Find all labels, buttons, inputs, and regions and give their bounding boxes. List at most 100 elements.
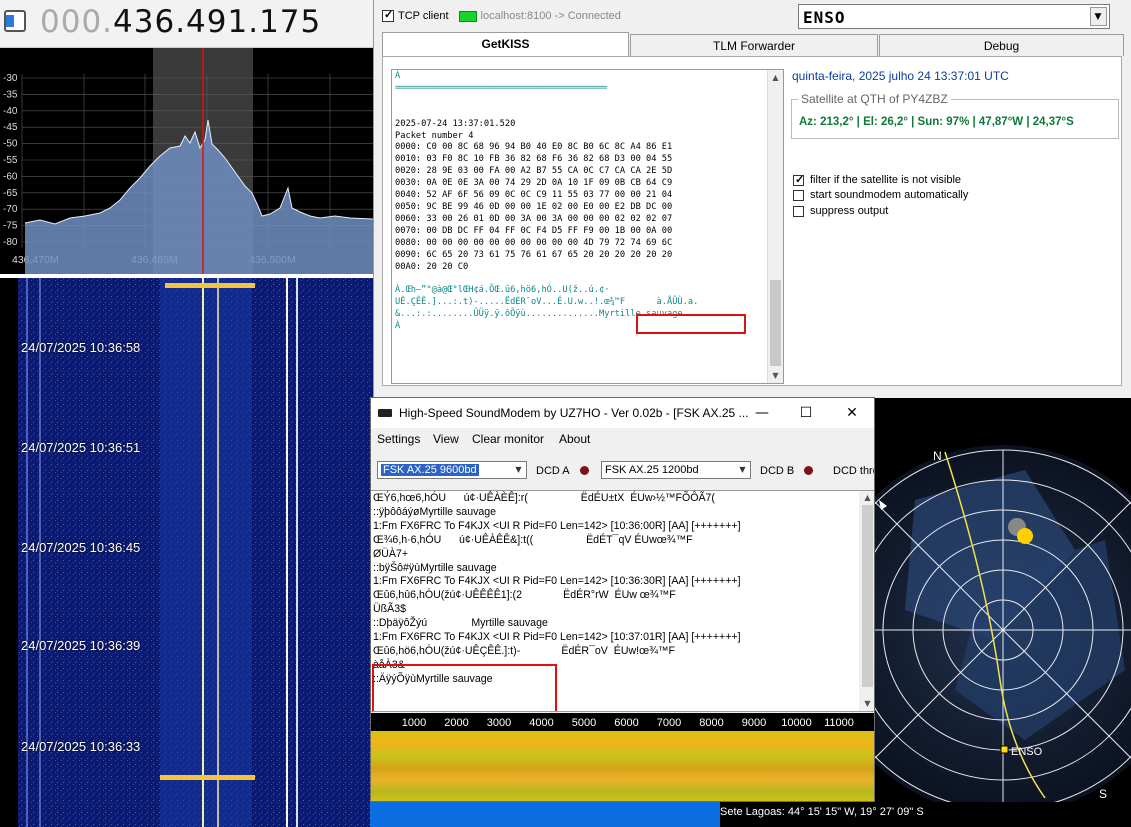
option-label: suppress output (810, 205, 889, 217)
packet-log-line: &...:.:........ÛÜÿ.ÿ.ôÕÿù..............M… (395, 309, 683, 320)
packet-log-line: 0080: 00 00 00 00 00 00 00 00 00 00 4D 7… (395, 237, 673, 248)
db-tick-label: -35 (3, 89, 18, 100)
monitor-log-line: ŒÝ6,hœ6,hÓU ú¢·UÊÀÈÊ]:r( ËdÉU±tX ÉUw›½™F… (373, 492, 715, 504)
option-label: start soundmodem automatically (810, 189, 969, 201)
monitor-log-line: 1:Fm FX6FRC To F4KJX <UI R Pid=F0 Len=14… (373, 631, 741, 644)
option-start-soundmodem[interactable]: start soundmodem automatically (793, 189, 968, 201)
chevron-down-icon[interactable]: ▼ (511, 462, 526, 478)
menu-bar: Settings View Clear monitor About (371, 428, 874, 450)
waterfall-timestamp: 24/07/2025 10:36:33 (21, 739, 141, 754)
modem-b-select[interactable]: FSK AX.25 1200bd ▼ (601, 461, 751, 479)
audio-waterfall (371, 731, 874, 801)
qth-group: Satellite at QTH of PY4ZBZ Az: 213,2° | … (791, 92, 1119, 139)
monitor-log-line: ÜßÃ3$ (373, 603, 406, 616)
option-checkbox[interactable] (793, 189, 804, 201)
qth-values: Az: 213,2° | El: 26,2° | Sun: 97% | 47,8… (799, 116, 1074, 128)
getkiss-window: TCP client localhost:8100 -> Connected EN… (373, 0, 1131, 398)
packet-log-line (395, 95, 765, 107)
packet-log-line: À (395, 321, 401, 332)
tab-tlm-forwarder[interactable]: TLM Forwarder (630, 34, 878, 56)
location-text: Sete Lagoas: 44° 15' 15" W, 19° 27' 09" … (720, 806, 924, 818)
audio-spectrum[interactable]: 1000 2000 3000 4000 5000 6000 7000 8000 9000 1000… (371, 713, 874, 801)
monitor-log-line: àåÀ3& (373, 658, 405, 671)
modem-b-value: FSK AX.25 1200bd (605, 464, 699, 476)
option-suppress-output[interactable]: suppress output (793, 205, 888, 217)
frequency-bar: 000.436.491.175 (0, 0, 373, 48)
monitor-log-line: ::ÿþôôáýøMyrtille sauvage (373, 505, 497, 518)
satellite-select-value: ENSO (803, 8, 846, 27)
north-label: N (933, 449, 942, 463)
monitor-log[interactable]: ŒÝ6,hœ6,hÓU ú¢·UÊÀÈÊ]:r( ËdÉU±tX ÉUw›½™F… (371, 490, 874, 712)
frequency-display[interactable]: 000.436.491.175 (40, 4, 321, 40)
monitor-log-line: Œû6,hû6,hÓU(žú¢·UÊÊÊÊ1]:(2 ËdÉR°rW ÉUw œ… (373, 589, 676, 602)
sky-map[interactable]: N S ENSO (818, 430, 1131, 827)
tab-debug[interactable]: Debug (879, 34, 1124, 56)
scroll-down-icon[interactable]: ▼ (859, 697, 874, 711)
packet-log-line: 0020: 28 9E 03 00 FA 00 A2 B7 55 CA 0C C… (395, 166, 673, 177)
packet-log-line: 0070: 00 DB DC FF 04 FF 0C F4 D5 FF F9 0… (395, 225, 673, 236)
menu-about[interactable]: About (559, 432, 590, 446)
packet-log-line: 0040: 52 AF 6F 56 09 0C 0C C9 11 55 03 7… (395, 190, 673, 201)
sdr-panel: 000.436.491.175 -30 -35 -40 -45 -50 -55 -60 -65… (0, 0, 373, 827)
db-axis: -30 -35 -40 -45 -50 -55 -60 -65 -70 -75 -80 (3, 73, 18, 248)
south-label: S (1099, 787, 1107, 801)
audio-frequency-tick: 9000 (742, 717, 766, 729)
audio-frequency-tick: 10000 (781, 717, 812, 729)
monitor-log-line: ::bÿŠô#ÿùMyrtille sauvage (373, 561, 497, 574)
menu-view[interactable]: View (433, 432, 459, 446)
option-filter-visible[interactable]: filter if the satellite is not visible (793, 173, 961, 186)
dcd-a-label: DCD A (536, 465, 570, 477)
audio-frequency-tick: 5000 (572, 717, 596, 729)
satellite-marker-icon (1000, 745, 1009, 754)
spectrum-plot[interactable]: -30-35-40-45-50-55-60-65-70-75-80 436,47… (0, 48, 373, 274)
packet-log[interactable]: À =======================================… (391, 69, 784, 384)
audio-frequency-tick: 3000 (487, 717, 511, 729)
scroll-thumb[interactable] (770, 280, 781, 366)
waterfall-display[interactable]: 24/07/2025 10:36:58 24/07/2025 10:36:51 … (0, 274, 373, 827)
chevron-down-icon[interactable]: ▼ (1090, 7, 1107, 26)
db-tick-label: -60 (3, 171, 18, 182)
packet-log-line: 0090: 6C 65 20 73 61 75 76 61 67 65 20 2… (395, 249, 673, 260)
db-tick-label: -70 (3, 204, 18, 215)
tcp-client-checkbox[interactable] (382, 8, 394, 23)
scroll-up-icon[interactable]: ▲ (859, 491, 874, 505)
maximize-icon[interactable]: ☐ (784, 401, 828, 425)
menu-settings[interactable]: Settings (377, 432, 420, 446)
modem-controls: FSK AX.25 9600bd ▼ DCD A FSK AX.25 1200bd… (371, 450, 874, 488)
db-tick-label: -50 (3, 139, 18, 150)
packet-log-line (395, 273, 765, 285)
packet-log-line: 0000: C0 00 8C 68 96 94 B0 40 E0 8C B0 6… (395, 142, 673, 153)
monitor-scrollbar[interactable]: ▲ ▼ (859, 491, 874, 711)
monitor-log-text: ŒÝ6,hœ6,hÓU ú¢·UÊÀÈÊ]:r( ËdÉU±tX ÉUw›½™F… (373, 492, 857, 687)
option-checkbox[interactable] (793, 205, 804, 217)
volume-icon[interactable] (4, 10, 26, 32)
minimize-icon[interactable]: — (740, 401, 784, 425)
audio-frequency-tick: 6000 (614, 717, 638, 729)
packet-log-scrollbar[interactable]: ▲ ▼ (767, 70, 783, 383)
dcd-b-label: DCD B (760, 465, 795, 477)
packet-log-line: UÊ.ÇÊÊ.]...:.t)-.....ËdÉR¯oV...É.U.w..!.… (395, 297, 699, 308)
close-icon[interactable]: ✕ (830, 401, 874, 425)
monitor-log-line: ØÜÀ7+ (373, 547, 409, 560)
menu-clear-monitor[interactable]: Clear monitor (472, 432, 544, 446)
db-tick-label: -80 (3, 237, 18, 248)
connection-led-icon (458, 10, 477, 22)
db-tick-label: -75 (3, 221, 18, 232)
dcd-a-led-icon (580, 466, 589, 475)
packet-log-line: ========================================… (395, 82, 608, 93)
satellite-select[interactable]: ENSO ▼ (798, 4, 1110, 29)
soundmodem-window: High-Speed SoundModem by UZ7HO - Ver 0.0… (370, 397, 875, 802)
soundmodem-titlebar[interactable]: High-Speed SoundModem by UZ7HO - Ver 0.0… (371, 398, 874, 428)
taskbar-strip (370, 802, 720, 827)
packet-log-line: À.Œh–”°@à@Œ°lŒH¢á.ÕŒ.û6,hö6,hÓ..U(ž..ú.¢… (395, 285, 610, 296)
location-readout: Sete Lagoas: 44° 15' 15" W, 19° 27' 09" … (720, 802, 1131, 827)
chevron-down-icon[interactable]: ▼ (735, 462, 750, 478)
scroll-up-icon[interactable]: ▲ (768, 70, 783, 85)
waterfall-timestamp: 24/07/2025 10:36:39 (21, 638, 141, 653)
option-checkbox[interactable] (793, 173, 804, 186)
tcp-client-row: TCP client localhost:8100 -> Connected (382, 8, 621, 23)
scroll-down-icon[interactable]: ▼ (768, 368, 783, 383)
modem-a-select[interactable]: FSK AX.25 9600bd ▼ (377, 461, 527, 479)
scroll-thumb[interactable] (862, 505, 873, 687)
tab-getkiss[interactable]: GetKISS (382, 32, 629, 56)
